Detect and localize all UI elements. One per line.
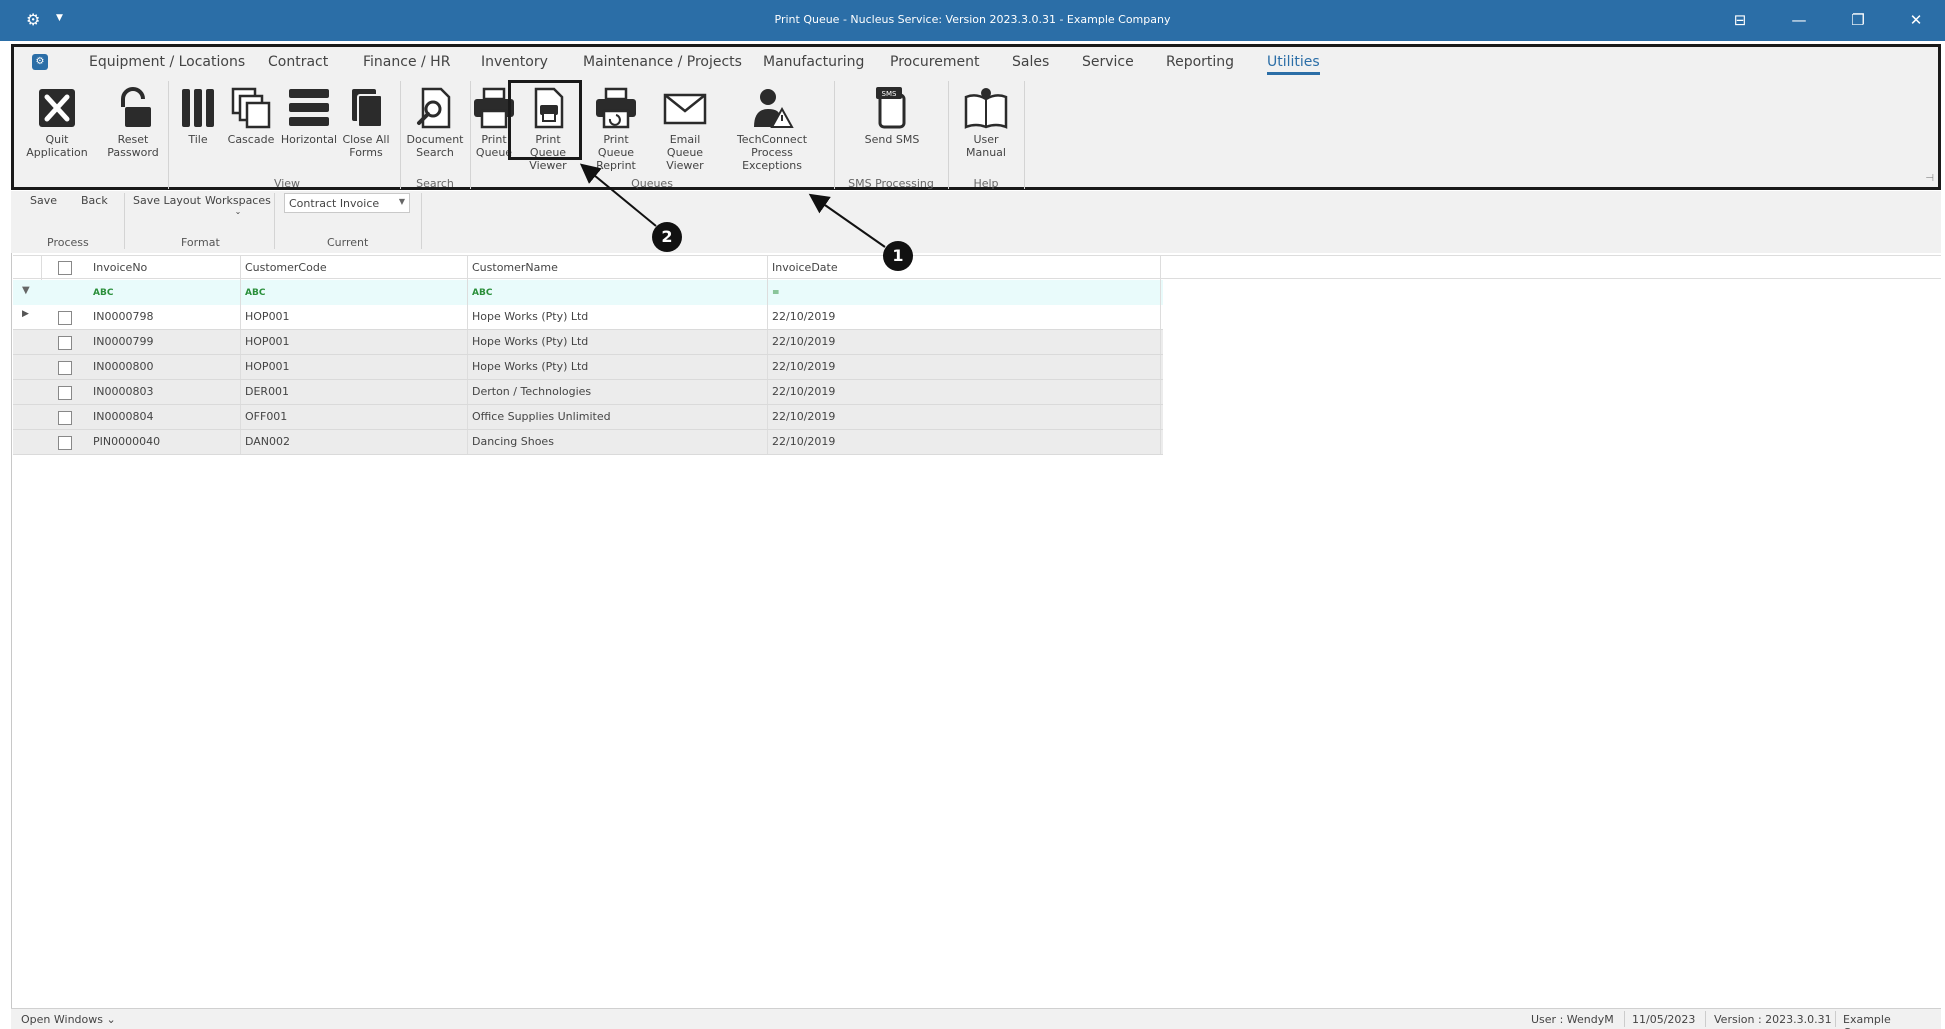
status-company: Example Company bbox=[1843, 1013, 1895, 1029]
callout-2: 2 bbox=[652, 222, 682, 252]
chevron-down-icon: ⌄ bbox=[106, 1013, 116, 1026]
callout-arrows bbox=[579, 163, 886, 248]
callout-arrow-1 bbox=[808, 193, 886, 248]
open-windows-button[interactable]: Open Windows ⌄ bbox=[21, 1013, 116, 1026]
callout-1: 1 bbox=[883, 241, 913, 271]
status-date: 11/05/2023 bbox=[1632, 1013, 1696, 1026]
callout-arrow-2 bbox=[579, 163, 657, 227]
status-user: User : WendyM bbox=[1531, 1013, 1614, 1026]
status-bar: Open Windows ⌄ User : WendyM 11/05/2023 … bbox=[11, 1008, 1941, 1029]
status-version: Version : 2023.3.0.31 bbox=[1714, 1013, 1832, 1026]
